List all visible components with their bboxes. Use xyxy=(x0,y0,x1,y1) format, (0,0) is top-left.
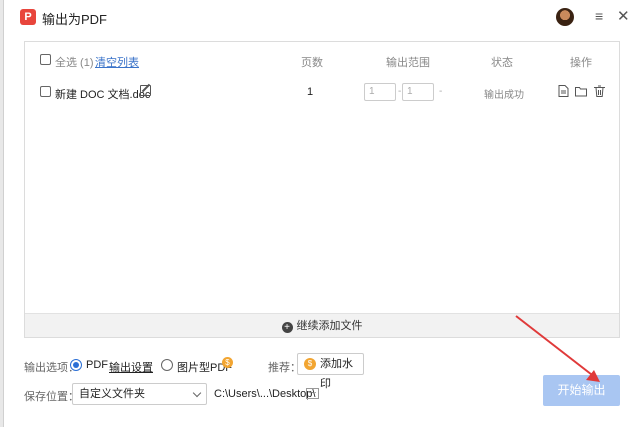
title-bar: P 输出为PDF ≡ ✕ xyxy=(4,0,640,34)
open-folder-icon[interactable] xyxy=(575,85,587,97)
window-edge xyxy=(0,0,4,427)
pdf-app-icon: P xyxy=(20,9,36,25)
range-separator: - xyxy=(398,86,402,97)
plus-icon: + xyxy=(281,322,293,333)
column-actions: 操作 xyxy=(570,57,592,69)
select-all-checkbox[interactable] xyxy=(40,54,51,65)
add-watermark-label: 添加水印 xyxy=(320,358,353,390)
table-row: 新建 DOC 文档.doc 1 1 - 1 - 输出成功 xyxy=(25,78,619,108)
window-title: 输出为PDF xyxy=(42,12,108,27)
add-watermark-button[interactable]: $ 添加水印 xyxy=(297,353,364,390)
delete-icon[interactable] xyxy=(594,85,605,97)
open-file-icon[interactable] xyxy=(558,85,569,97)
range-from-input[interactable]: 1 xyxy=(364,83,396,101)
watermark-icon: $ xyxy=(304,358,316,370)
close-icon[interactable]: ✕ xyxy=(617,7,630,25)
rename-icon[interactable] xyxy=(140,85,151,96)
page-count: 1 xyxy=(307,86,314,98)
menu-icon[interactable]: ≡ xyxy=(595,8,603,24)
red-arrow-annotation xyxy=(515,315,600,382)
file-list-panel: 全选 (1) 清空列表 页数 输出范围 状态 操作 新建 DOC 文档.doc … xyxy=(24,41,620,338)
range-to-input[interactable]: 1 xyxy=(402,83,434,101)
column-range: 输出范围 xyxy=(386,57,430,69)
output-settings-link[interactable]: 输出设置 xyxy=(109,359,153,375)
save-path: C:\Users\...\Desktop\ xyxy=(214,388,316,400)
image-pdf-radio[interactable] xyxy=(161,359,173,371)
avatar[interactable] xyxy=(556,8,574,26)
save-location-select[interactable]: 自定义文件夹 xyxy=(72,383,207,405)
vip-badge-icon: $ xyxy=(222,357,233,368)
status-text: 输出成功 xyxy=(484,90,524,101)
row-checkbox[interactable] xyxy=(40,86,51,97)
clear-list-link[interactable]: 清空列表 xyxy=(95,54,139,70)
file-name: 新建 DOC 文档.doc xyxy=(55,89,151,101)
column-pages: 页数 xyxy=(301,57,323,69)
save-location-value: 自定义文件夹 xyxy=(79,388,145,400)
add-more-label: 继续添加文件 xyxy=(296,320,363,332)
range-suffix: - xyxy=(439,86,443,97)
table-header: 全选 (1) 清空列表 页数 输出范围 状态 操作 xyxy=(25,42,619,78)
pdf-radio-label: PDF xyxy=(86,359,108,371)
save-location-label: 保存位置： xyxy=(24,391,79,403)
pdf-radio[interactable] xyxy=(70,359,82,371)
chevron-down-icon xyxy=(192,388,202,398)
select-all-label: 全选 (1) xyxy=(55,57,94,69)
column-status: 状态 xyxy=(491,57,513,69)
browse-button[interactable]: ··· xyxy=(306,388,319,399)
